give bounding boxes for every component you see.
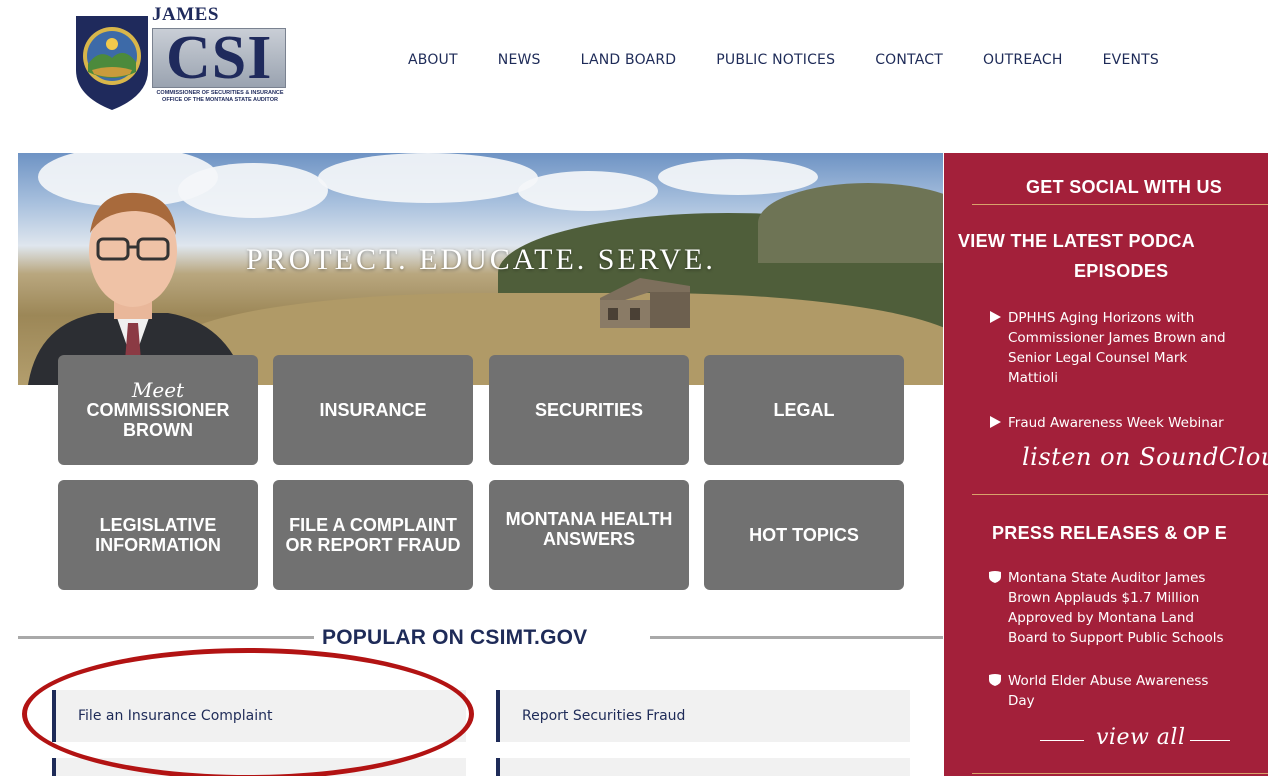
popular-divider-left bbox=[18, 636, 314, 639]
popular-link-report-securities-fraud[interactable]: Report Securities Fraud bbox=[496, 690, 910, 742]
montana-seal-shield-icon bbox=[76, 16, 148, 110]
logo-subtitle-line1: COMMISSIONER OF SECURITIES & INSURANCE bbox=[156, 90, 284, 96]
commissioner-portrait bbox=[28, 192, 246, 385]
tile-file-complaint[interactable]: FILE A COMPLAINT OR REPORT FRAUD bbox=[273, 480, 473, 590]
tile-label: INSURANCE bbox=[319, 400, 427, 420]
tile-label-line1: MONTANA HEALTH bbox=[505, 509, 673, 529]
press-item-line: World Elder Abuse Awareness bbox=[1008, 673, 1209, 689]
nav-events[interactable]: EVENTS bbox=[1103, 52, 1159, 68]
tile-label-line2: INFORMATION bbox=[95, 535, 221, 555]
nav-about[interactable]: ABOUT bbox=[408, 52, 458, 68]
tile-label: HOT TOPICS bbox=[749, 525, 859, 545]
tile-label-line2: BROWN bbox=[122, 420, 193, 440]
sidebar-podcast-heading-line1: VIEW THE LATEST PODCA bbox=[958, 231, 1195, 251]
nav-land-board[interactable]: LAND BOARD bbox=[581, 52, 677, 68]
tile-legal[interactable]: LEGAL bbox=[704, 355, 904, 465]
popular-link-file-insurance-complaint[interactable]: File an Insurance Complaint bbox=[52, 690, 466, 742]
press-item-line: Day bbox=[1008, 693, 1035, 709]
press-item-line: Brown Applauds $1.7 Million bbox=[1008, 590, 1200, 606]
tile-file-complaint-text: FILE A COMPLAINT OR REPORT FRAUD bbox=[286, 515, 461, 555]
press-item-line: Board to Support Public Schools bbox=[1008, 630, 1224, 646]
main-nav: ABOUT NEWS LAND BOARD PUBLIC NOTICES CON… bbox=[408, 52, 1159, 68]
tile-label-line2: ANSWERS bbox=[542, 529, 635, 549]
popular-link-label: File an Insurance Complaint bbox=[78, 708, 273, 724]
tile-label: LEGAL bbox=[773, 400, 835, 420]
podcast-item-line: Senior Legal Counsel Mark bbox=[1008, 350, 1188, 366]
tile-label-line1: LEGISLATIVE bbox=[99, 515, 217, 535]
tile-montana-health-answers[interactable]: MONTANA HEALTH ANSWERS bbox=[489, 480, 689, 590]
podcast-item-line: DPHHS Aging Horizons with bbox=[1008, 310, 1195, 326]
hero-cloud bbox=[658, 159, 818, 195]
popular-divider-right bbox=[650, 636, 943, 639]
podcast-item-dphhs[interactable]: DPHHS Aging Horizons with Commissioner J… bbox=[990, 308, 1268, 388]
tile-meet-commissioner-text: Meet COMMISSIONER BROWN bbox=[86, 380, 229, 440]
press-item-state-auditor[interactable]: Montana State Auditor James Brown Applau… bbox=[989, 568, 1268, 648]
press-item-line: Approved by Montana Land bbox=[1008, 610, 1194, 626]
site-logo[interactable]: JAMES BROWN CSI COMMISSIONER OF SECURITI… bbox=[72, 4, 287, 114]
tile-insurance[interactable]: INSURANCE bbox=[273, 355, 473, 465]
nav-outreach[interactable]: OUTREACH bbox=[983, 52, 1063, 68]
tile-montana-health-text: MONTANA HEALTH ANSWERS bbox=[506, 509, 673, 549]
tile-securities[interactable]: SECURITIES bbox=[489, 355, 689, 465]
tile-legislative-text: LEGISLATIVE INFORMATION bbox=[95, 515, 221, 555]
view-all-link[interactable]: view all bbox=[1096, 725, 1186, 750]
podcast-item-fraud-awareness[interactable]: Fraud Awareness Week Webinar bbox=[990, 413, 1268, 433]
logo-subtitle-line2: OFFICE OF THE MONTANA STATE AUDITOR bbox=[162, 97, 278, 103]
tile-label-line1: FILE A COMPLAINT bbox=[289, 515, 457, 535]
nav-public-notices[interactable]: PUBLIC NOTICES bbox=[716, 52, 835, 68]
tile-meet-commissioner[interactable]: Meet COMMISSIONER BROWN bbox=[58, 355, 258, 465]
hero-tagline: PROTECT. EDUCATE. SERVE. bbox=[246, 243, 716, 276]
popular-link-card[interactable] bbox=[496, 758, 910, 776]
popular-link-card[interactable] bbox=[52, 758, 466, 776]
podcast-item-line: Commissioner James Brown and bbox=[1008, 330, 1226, 346]
soundcloud-link[interactable]: listen on SoundCloud bbox=[1022, 443, 1268, 471]
barn-image bbox=[600, 278, 690, 328]
hero-distant-hill bbox=[758, 183, 943, 263]
press-item-elder-abuse[interactable]: World Elder Abuse Awareness Day bbox=[989, 671, 1268, 711]
nav-contact[interactable]: CONTACT bbox=[875, 52, 943, 68]
tile-label-line2: OR REPORT FRAUD bbox=[285, 535, 461, 555]
sidebar-press-heading: PRESS RELEASES & OP E bbox=[992, 523, 1228, 543]
play-triangle-icon bbox=[990, 311, 1001, 323]
tile-label-line1: COMMISSIONER bbox=[86, 400, 230, 420]
nav-news[interactable]: NEWS bbox=[498, 52, 541, 68]
hero-cloud bbox=[318, 153, 538, 203]
popular-heading: POPULAR ON CSIMT.GOV bbox=[322, 626, 588, 649]
view-all-rule-right bbox=[1190, 740, 1230, 741]
tile-meet-script: Meet bbox=[131, 378, 185, 402]
shield-bullet-icon bbox=[989, 571, 1001, 583]
shield-bullet-icon bbox=[989, 674, 1001, 686]
logo-subtitle: COMMISSIONER OF SECURITIES & INSURANCE O… bbox=[150, 90, 290, 104]
hero-cloud bbox=[518, 171, 658, 211]
podcast-item-line: Fraud Awareness Week Webinar bbox=[1008, 415, 1224, 431]
tile-legislative-information[interactable]: LEGISLATIVE INFORMATION bbox=[58, 480, 258, 590]
sidebar-podcast-heading-line2: EPISODES bbox=[1074, 261, 1169, 281]
logo-acronym: CSI bbox=[166, 24, 273, 92]
popular-link-label: Report Securities Fraud bbox=[522, 708, 686, 724]
press-item-line: Montana State Auditor James bbox=[1008, 570, 1206, 586]
sidebar-social-heading: GET SOCIAL WITH US bbox=[1026, 177, 1223, 197]
tile-label: SECURITIES bbox=[534, 400, 644, 420]
play-triangle-icon bbox=[990, 416, 1001, 428]
sidebar-divider bbox=[972, 494, 1268, 495]
sidebar-panel: GET SOCIAL WITH US VIEW THE LATEST PODCA… bbox=[944, 153, 1268, 776]
sidebar-divider bbox=[972, 773, 1268, 774]
view-all-rule-left bbox=[1040, 740, 1084, 741]
tile-hot-topics[interactable]: HOT TOPICS bbox=[704, 480, 904, 590]
hero-banner: PROTECT. EDUCATE. SERVE. bbox=[18, 153, 943, 385]
podcast-item-line: Mattioli bbox=[1008, 370, 1059, 386]
sidebar-divider bbox=[972, 204, 1268, 205]
